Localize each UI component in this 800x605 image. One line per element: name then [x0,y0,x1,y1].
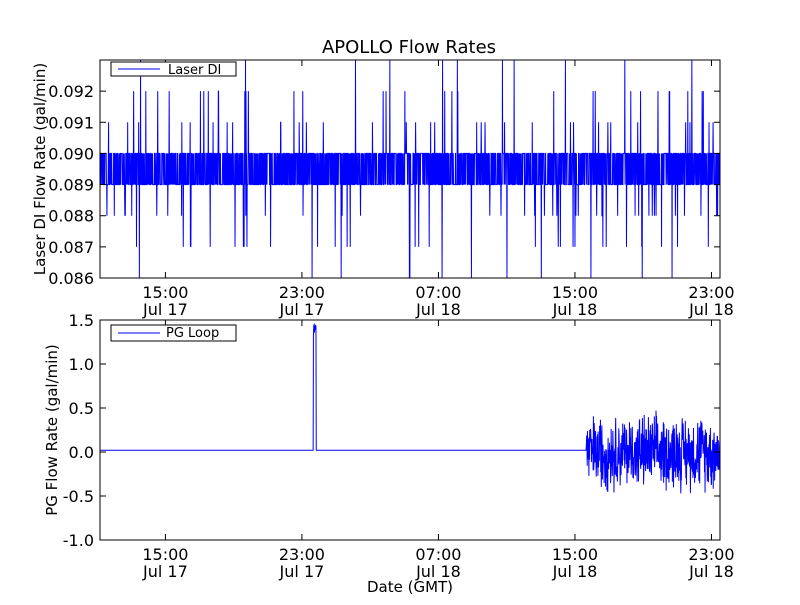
x-tick-label: Jul 18 [688,300,734,319]
pg-loop-y-axis-label: PG Flow Rate (gal/min) [43,344,61,516]
x-tick-label: Jul 18 [415,300,461,319]
pg-loop-legend: PG Loop [110,324,237,342]
y-tick-label: 0.087 [48,238,94,257]
y-tick-label: 0.090 [48,144,94,163]
x-tick-label: Jul 18 [552,300,598,319]
x-axis-label: Date (GMT) [367,578,453,596]
figure-canvas: APOLLO Flow Rates 0.086 0.087 0.088 0.089 0.… [0,0,800,600]
y-tick-label: 0.089 [48,176,94,195]
y-tick-label: 0.092 [48,82,94,101]
chart-title: APOLLO Flow Rates [322,37,496,58]
y-tick-label: -0.5 [63,487,94,506]
x-tick-label: Jul 18 [688,562,734,581]
pg-loop-legend-label: PG Loop [166,326,219,341]
figure-background [0,0,800,600]
y-tick-label: 0.091 [48,113,94,132]
y-tick-label: 0.0 [69,443,94,462]
laser-di-y-axis-label: Laser DI Flow Rate (gal/min) [31,63,49,275]
y-tick-label: 1.5 [69,311,94,330]
chart-figure: APOLLO Flow Rates 0.086 0.087 0.088 0.089 0.… [0,0,800,600]
laser-di-legend-label: Laser DI [168,63,221,78]
x-tick-label: Jul 17 [279,562,325,581]
x-tick-label: Jul 17 [142,300,188,319]
y-tick-label: -1.0 [63,531,94,550]
y-tick-label: 0.5 [69,399,94,418]
x-tick-label: Jul 18 [552,562,598,581]
x-tick-label: Jul 17 [142,562,188,581]
laser-di-legend: Laser DI [110,61,237,78]
x-tick-label: Jul 17 [279,300,325,319]
y-tick-label: 1.0 [69,355,94,374]
y-tick-label: 0.088 [48,207,94,226]
y-tick-label: 0.086 [48,269,94,288]
